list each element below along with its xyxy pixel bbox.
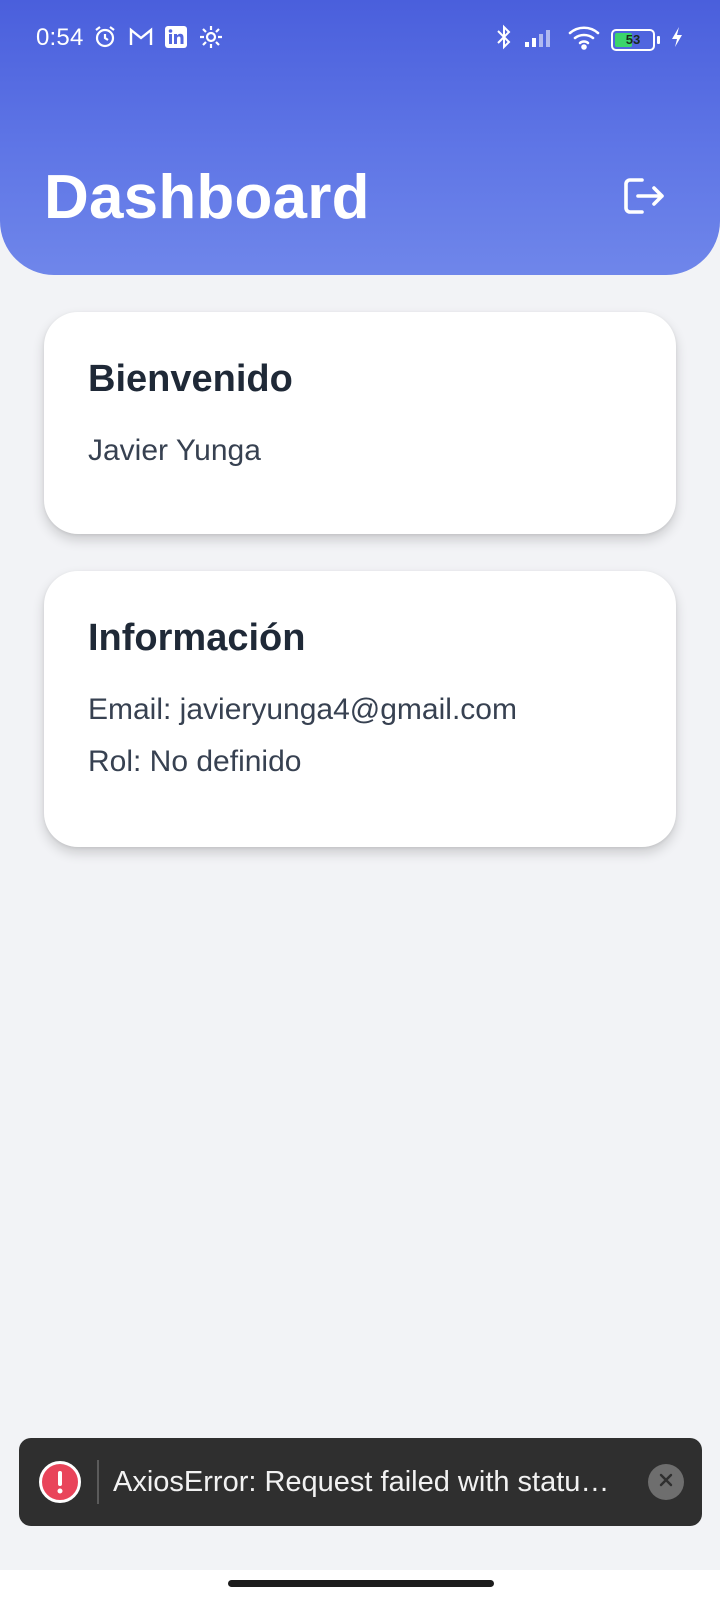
bluetooth-icon [495, 24, 513, 55]
welcome-card-title: Bienvenido [88, 358, 293, 400]
settings-icon [198, 24, 224, 50]
welcome-card: Bienvenido Javier Yunga [44, 312, 676, 534]
email-text: Email: javieryunga4@gmail.com [88, 693, 517, 726]
status-time: 0:54 [36, 24, 84, 51]
close-icon [658, 1472, 674, 1493]
linkedin-icon [164, 25, 188, 49]
info-card-title: Información [88, 617, 306, 659]
error-icon [39, 1461, 81, 1503]
logout-button[interactable] [616, 170, 672, 226]
page-title: Dashboard [44, 163, 370, 232]
status-right-icons: 53 [495, 24, 684, 55]
battery-icon: 53 [611, 28, 655, 51]
error-toast[interactable]: AxiosError: Request failed with statu… [19, 1438, 702, 1526]
status-bar: 0:54 53 [0, 0, 720, 76]
user-name: Javier Yunga [88, 434, 261, 467]
charging-icon [670, 26, 684, 53]
status-left-icons [92, 24, 224, 50]
logout-icon [620, 174, 668, 223]
close-toast-button[interactable] [648, 1464, 684, 1500]
battery-tip [657, 35, 660, 44]
header: 0:54 53 Dashboard [0, 0, 720, 275]
toast-divider [97, 1460, 99, 1504]
battery-level: 53 [625, 32, 641, 47]
toast-message: AxiosError: Request failed with statu… [113, 1465, 610, 1498]
role-text: Rol: No definido [88, 745, 302, 778]
gmail-icon [128, 26, 154, 48]
signal-icon [523, 26, 557, 53]
info-card: Información Email: javieryunga4@gmail.co… [44, 571, 676, 847]
home-indicator[interactable] [228, 1580, 494, 1587]
dashboard-screen: 0:54 53 Dashboard Bienvenido Javier Yung… [0, 0, 720, 1600]
wifi-icon [567, 24, 601, 55]
alarm-icon [92, 24, 118, 50]
